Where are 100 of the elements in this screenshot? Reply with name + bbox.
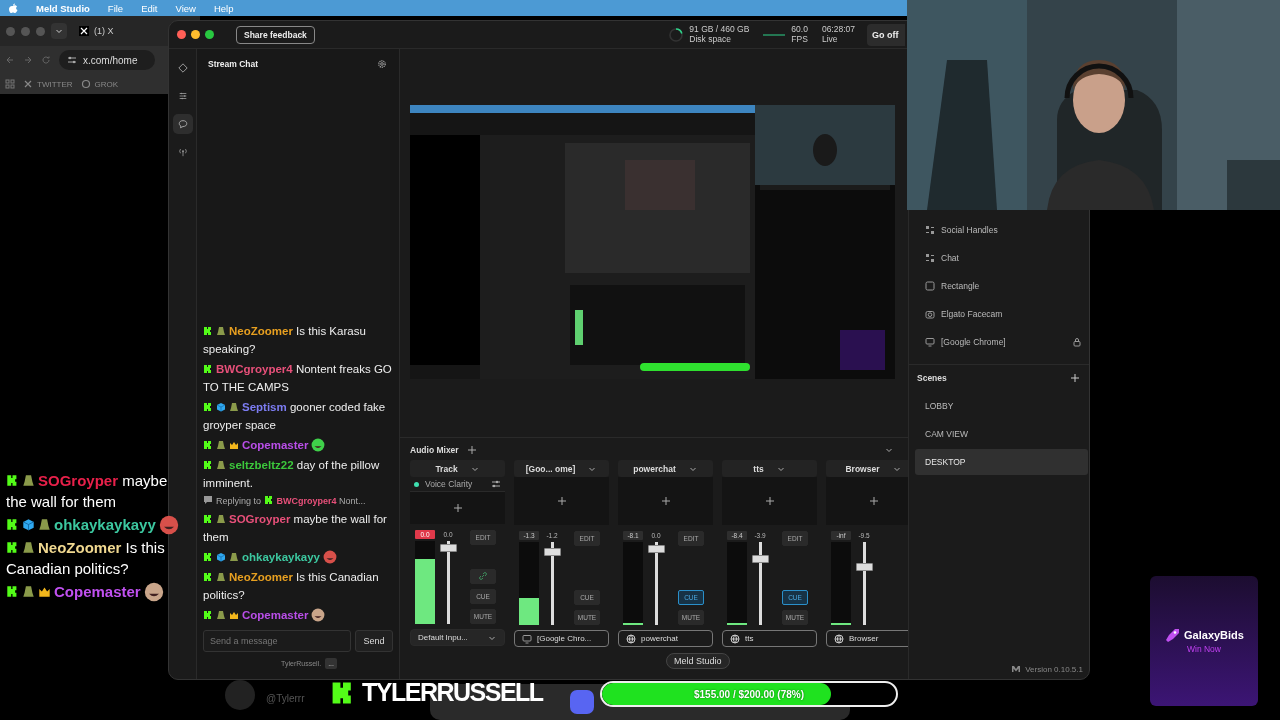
kick-badge-icon bbox=[203, 610, 213, 620]
figure-badge-icon bbox=[229, 402, 239, 412]
add-icon[interactable] bbox=[764, 496, 775, 506]
app-logo-icon bbox=[1011, 664, 1022, 674]
fader-thumb[interactable] bbox=[751, 554, 769, 563]
emote-icon bbox=[158, 515, 179, 535]
message-field[interactable]: Send a message bbox=[203, 630, 351, 652]
add-icon[interactable] bbox=[868, 496, 879, 506]
version-label: Version 0.10.5.1 bbox=[1025, 664, 1083, 674]
kick-badge-icon bbox=[203, 552, 213, 562]
fader-thumb[interactable] bbox=[855, 562, 873, 571]
add-icon[interactable] bbox=[1070, 373, 1080, 383]
add-icon[interactable] bbox=[452, 503, 463, 513]
emote-icon bbox=[143, 582, 164, 602]
bookmark[interactable]: TWITTER bbox=[23, 79, 73, 89]
minimize-button[interactable] bbox=[191, 30, 200, 39]
lock-icon[interactable] bbox=[1072, 337, 1082, 347]
browser-tab[interactable]: (1) X bbox=[79, 26, 114, 36]
emote-icon bbox=[311, 438, 326, 452]
diamond-icon bbox=[177, 63, 188, 73]
bookmark[interactable]: GROK bbox=[80, 79, 119, 89]
rocket-icon bbox=[1164, 628, 1181, 642]
zoom-button[interactable] bbox=[205, 30, 214, 39]
add-icon[interactable] bbox=[466, 445, 477, 455]
emote-icon bbox=[311, 608, 326, 622]
fps-graph bbox=[763, 31, 786, 38]
x-logo-icon bbox=[23, 79, 33, 89]
chat-message: NeoZoomer Is this Karasu speaking? bbox=[203, 324, 367, 357]
track-name-dropdown[interactable]: tts bbox=[722, 460, 817, 477]
chat-message: Copemaster bbox=[6, 581, 192, 602]
track-name-dropdown[interactable]: Track bbox=[410, 460, 505, 477]
chat-message: SOGroyper maybe the wall for them bbox=[203, 512, 388, 545]
effect-label: Voice Clarity bbox=[425, 479, 473, 489]
fader-thumb[interactable] bbox=[647, 544, 665, 553]
layer-item[interactable]: Social Handles bbox=[909, 216, 1089, 244]
scene-item[interactable]: LOBBY bbox=[915, 393, 1088, 419]
track-name-dropdown[interactable]: Browser bbox=[826, 460, 908, 477]
scene-item[interactable]: DESKTOP bbox=[915, 449, 1088, 475]
tab-list-button[interactable] bbox=[51, 23, 67, 39]
add-icon[interactable] bbox=[556, 496, 567, 506]
layer-item[interactable]: Rectangle bbox=[909, 272, 1089, 300]
chat-message: ohkaykaykayy bbox=[6, 514, 192, 535]
link-button[interactable] bbox=[470, 569, 496, 584]
group-icon bbox=[925, 225, 935, 235]
group-icon bbox=[925, 253, 935, 263]
share-feedback-button[interactable]: Share feedback bbox=[236, 25, 315, 44]
source-button[interactable]: tts bbox=[722, 630, 817, 647]
monitor-icon bbox=[925, 337, 935, 347]
go-offline-button[interactable]: Go off bbox=[867, 23, 905, 46]
apple-icon[interactable] bbox=[8, 3, 18, 13]
layer-item[interactable]: Chat bbox=[909, 244, 1089, 272]
site-settings-icon bbox=[67, 55, 77, 65]
sponsor-name: GalaxyBids bbox=[1184, 629, 1244, 641]
source-button[interactable]: powerchat bbox=[618, 630, 713, 647]
scene-item[interactable]: CAM VIEW bbox=[915, 421, 1088, 447]
send-button[interactable]: Send bbox=[355, 630, 393, 652]
sponsor-tagline: Win Now bbox=[1187, 644, 1221, 654]
track-name-dropdown[interactable]: powerchat bbox=[618, 460, 713, 477]
kick-badge-icon bbox=[263, 495, 274, 505]
figure-badge-icon bbox=[22, 474, 35, 487]
live-label: Live bbox=[821, 34, 839, 44]
layer-item[interactable]: [Google Chrome] bbox=[909, 328, 1089, 356]
chat-message: NeoZoomer Is this Canadian politics? bbox=[203, 570, 380, 603]
figure-badge-icon bbox=[22, 585, 35, 598]
antenna-icon bbox=[177, 147, 188, 157]
kick-badge-icon bbox=[203, 402, 213, 412]
kick-badge-icon bbox=[203, 572, 213, 582]
track-name-dropdown[interactable]: [Goo... ome] bbox=[514, 460, 609, 477]
sliders-icon[interactable] bbox=[491, 479, 501, 489]
kick-badge-icon bbox=[203, 364, 213, 374]
address-bar[interactable]: x.com/home bbox=[59, 50, 155, 70]
chat-message: Septism gooner coded fake groyper space bbox=[203, 400, 387, 433]
source-button[interactable]: Default Inpu... bbox=[410, 629, 505, 646]
chat-message: Copemaster bbox=[203, 606, 393, 624]
source-button[interactable]: [Google Chro... bbox=[514, 630, 609, 647]
panel-title: Scenes bbox=[917, 373, 947, 383]
source-button[interactable]: Browser bbox=[826, 630, 908, 647]
reply-context: Replying to BWCgroyper4 Nont... bbox=[203, 494, 393, 508]
kick-badge-icon bbox=[203, 460, 213, 470]
layer-item[interactable]: Elgato Facecam bbox=[909, 300, 1089, 328]
figure-badge-icon bbox=[22, 541, 35, 554]
close-button[interactable] bbox=[177, 30, 186, 39]
sidebar-tab[interactable] bbox=[172, 114, 193, 134]
chat-icon bbox=[177, 119, 188, 129]
x-logo-icon bbox=[79, 26, 89, 36]
cube-badge-icon bbox=[216, 402, 226, 412]
globe-icon bbox=[730, 633, 740, 644]
disk-usage-value: 91 GB / 460 GB bbox=[689, 25, 750, 35]
fader-thumb[interactable] bbox=[543, 547, 561, 556]
dock-app-icon[interactable] bbox=[570, 690, 594, 714]
streamer-handle: @Tylerrr bbox=[266, 693, 305, 704]
add-icon[interactable] bbox=[660, 496, 671, 506]
streamer-name: TYLERRUSSELL bbox=[362, 678, 543, 707]
figure-badge-icon bbox=[38, 518, 51, 531]
fader-thumb[interactable] bbox=[439, 543, 457, 552]
sliders-icon bbox=[177, 91, 188, 101]
globe-icon bbox=[834, 633, 844, 644]
settings-icon[interactable] bbox=[377, 59, 387, 69]
panel-title: Audio Mixer bbox=[410, 445, 459, 455]
dock-tooltip: Meld Studio bbox=[666, 653, 730, 669]
